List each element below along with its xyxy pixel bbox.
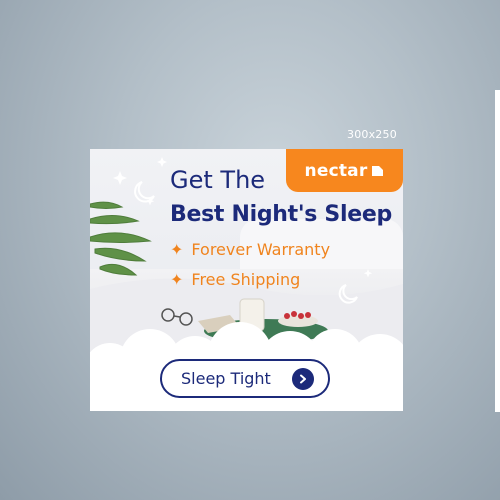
size-label: 300x250 — [347, 128, 397, 141]
chevron-right-icon — [292, 367, 314, 390]
brand-logo-text: nectar — [304, 160, 368, 181]
headline-line-1: Get The — [170, 166, 266, 194]
benefit-item: ✦ Free Shipping — [170, 270, 300, 289]
star-bullet-icon: ✦ — [170, 240, 184, 259]
sleep-tight-button[interactable]: Sleep Tight — [160, 359, 330, 398]
logo-mark-icon — [372, 166, 384, 176]
benefit-label: Free Shipping — [191, 270, 301, 289]
ad-banner[interactable]: nectar Get The Best Night's Sleep ✦ Forev… — [90, 149, 403, 411]
headline-line-2: Best Night's Sleep — [170, 202, 392, 227]
star-bullet-icon: ✦ — [170, 270, 184, 289]
benefit-item: ✦ Forever Warranty — [170, 240, 330, 259]
benefit-label: Forever Warranty — [191, 240, 331, 259]
logo-tab[interactable]: nectar — [286, 149, 403, 192]
right-edge-panel — [495, 90, 500, 412]
cta-label: Sleep Tight — [181, 369, 271, 388]
